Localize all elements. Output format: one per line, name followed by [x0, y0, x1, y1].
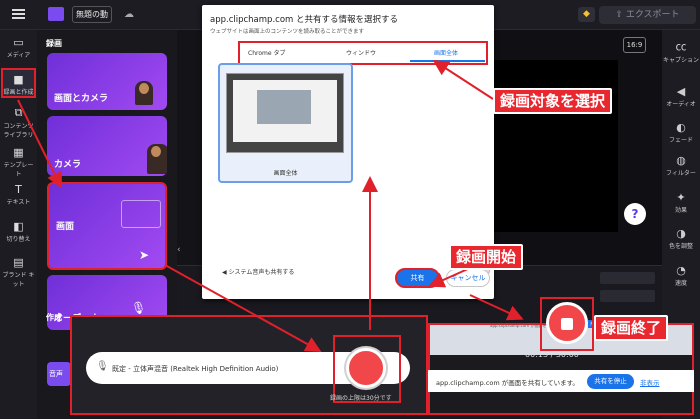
arrow-to-share: [428, 267, 471, 288]
arrow-to-record-button: [164, 264, 322, 352]
arrow-to-stop: [469, 294, 524, 321]
arrow-to-tab: [432, 59, 494, 100]
annotation-arrows: [17, 59, 524, 352]
callout-end-recording: 録画終了: [594, 315, 669, 341]
arrow-to-screen-card: [17, 99, 62, 189]
callout-select-target: 録画対象を選択: [493, 88, 613, 114]
callout-start-recording: 録画開始: [449, 244, 524, 270]
